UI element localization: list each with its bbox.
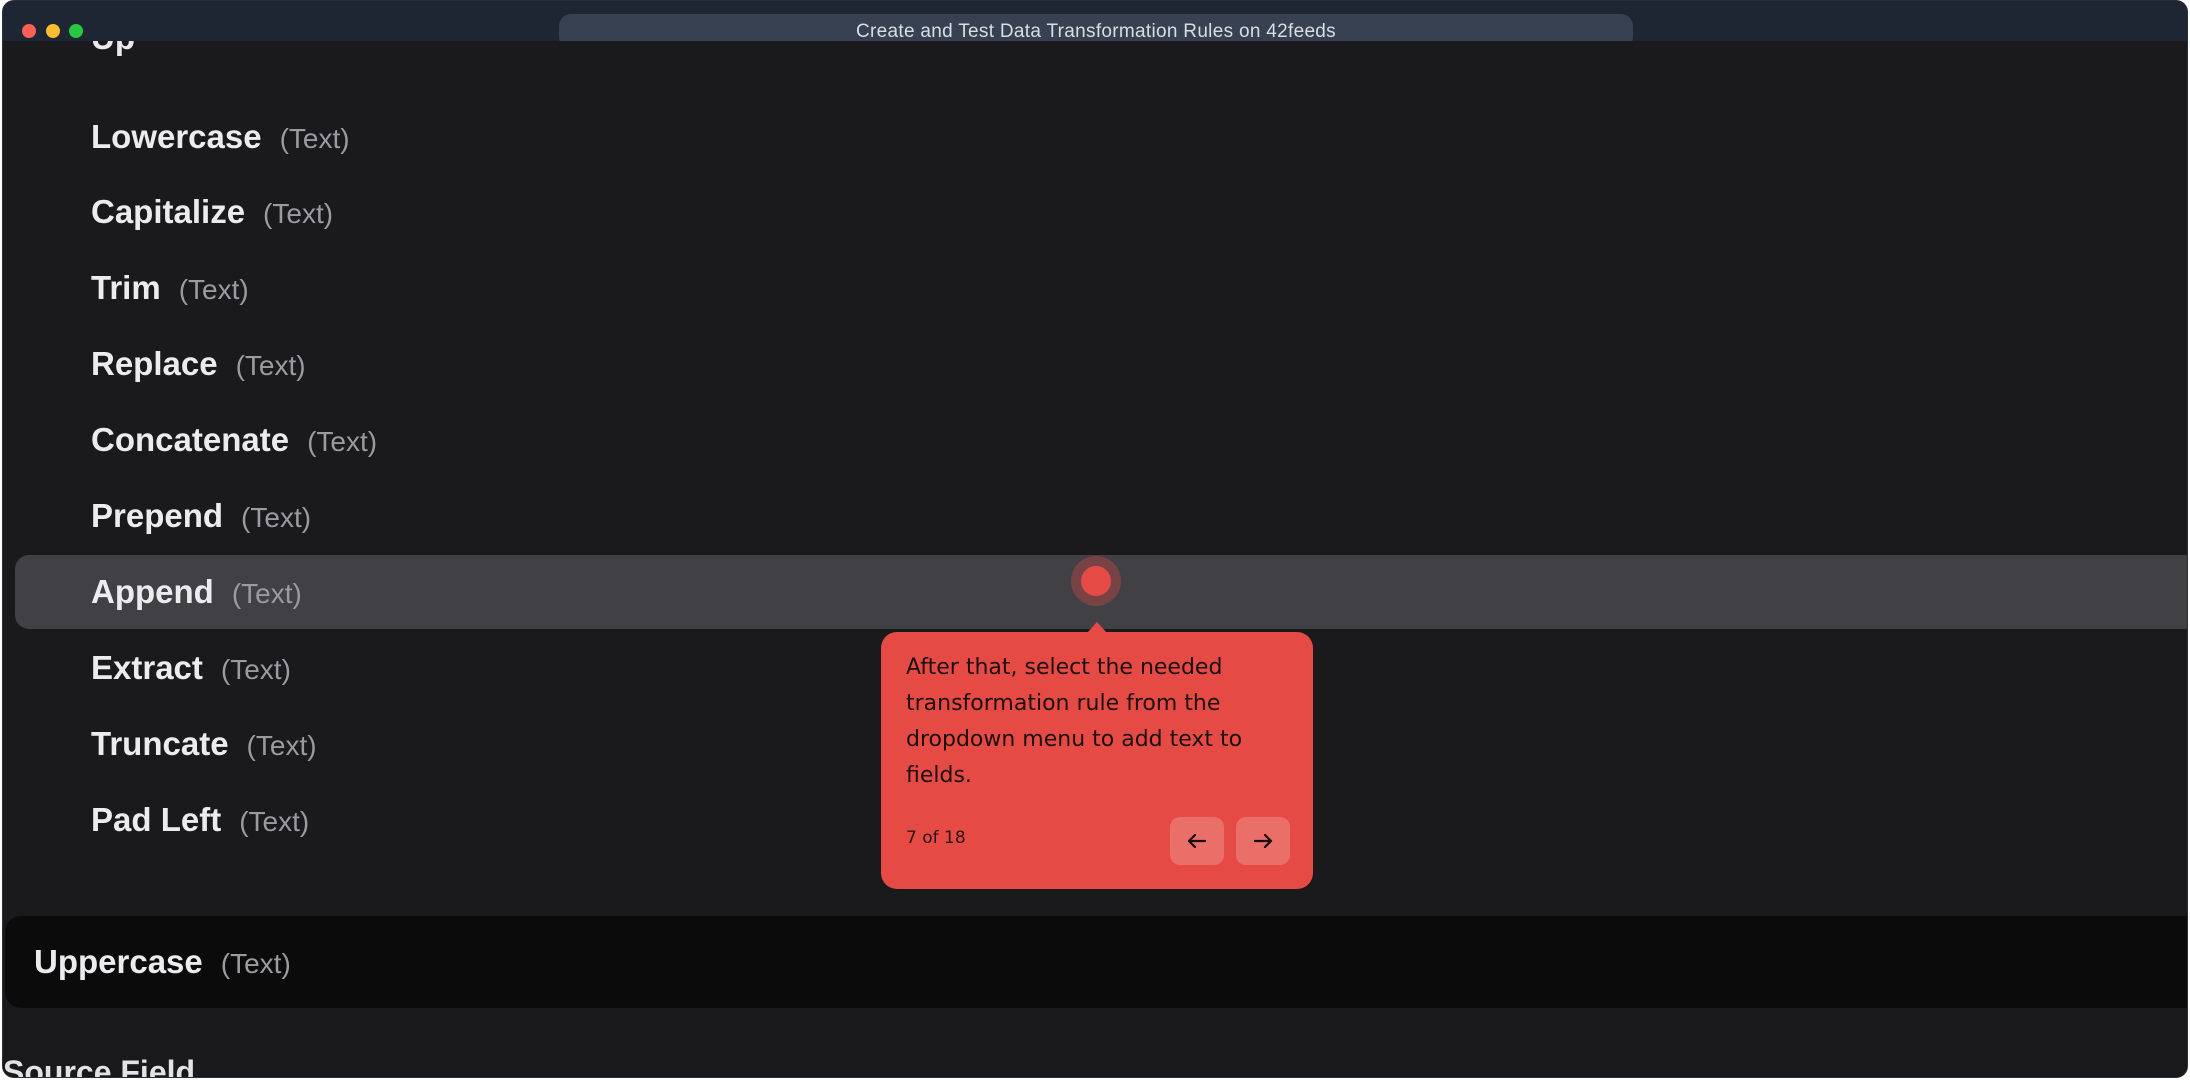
minimize-window-button[interactable]	[46, 24, 60, 38]
rule-name: Capitalize	[91, 193, 246, 230]
next-step-button[interactable]	[1236, 817, 1290, 865]
tour-tooltip: After that, select the needed transforma…	[881, 632, 1313, 889]
selected-rule-type: (Text)	[220, 948, 291, 979]
rule-name: Lowercase	[91, 118, 262, 155]
rule-name: Truncate	[91, 725, 229, 762]
rule-name: Extract	[91, 649, 203, 686]
rule-type: (Text)	[235, 350, 306, 381]
rule-type: (Text)	[263, 198, 334, 229]
dropdown-item-clipped[interactable]: Up	[91, 41, 391, 65]
maximize-window-button[interactable]	[69, 24, 83, 38]
arrow-left-icon	[1187, 833, 1207, 849]
rule-select-trigger[interactable]: Uppercase (Text)	[5, 916, 2187, 1008]
dropdown-item-lowercase[interactable]: Lowercase (Text)	[15, 100, 2187, 174]
rule-type: (Text)	[220, 654, 291, 685]
rule-name: Replace	[91, 345, 218, 382]
dropdown-item-concatenate[interactable]: Concatenate (Text)	[15, 403, 2187, 477]
rule-name: Pad Left	[91, 801, 222, 838]
tour-hotspot-dot[interactable]	[1081, 566, 1111, 596]
rule-type: (Text)	[239, 806, 310, 837]
close-window-button[interactable]	[22, 24, 36, 38]
dropdown-item-replace[interactable]: Replace (Text)	[15, 327, 2187, 401]
rule-type: (Text)	[307, 426, 378, 457]
source-field-label: Source Field	[3, 1054, 196, 1078]
rule-name: Append	[91, 573, 214, 610]
dropdown-item-prepend[interactable]: Prepend (Text)	[15, 479, 2187, 553]
selected-rule-name: Uppercase	[34, 943, 203, 980]
tooltip-text: After that, select the needed transforma…	[906, 655, 1243, 788]
dropdown-item-capitalize[interactable]: Capitalize (Text)	[15, 175, 2187, 249]
rule-name: Trim	[91, 269, 161, 306]
rule-name: Prepend	[91, 497, 224, 534]
rule-name: Concatenate	[91, 421, 290, 458]
arrow-right-icon	[1253, 833, 1273, 849]
dropdown-item-trim[interactable]: Trim (Text)	[15, 251, 2187, 325]
rule-type: (Text)	[246, 730, 317, 761]
browser-window: Create and Test Data Transformation Rule…	[2, 0, 2188, 1078]
previous-step-button[interactable]	[1170, 817, 1224, 865]
rule-type: (Text)	[178, 274, 249, 305]
tooltip-step-counter: 7 of 18	[906, 828, 966, 848]
rule-type: (Text)	[231, 578, 302, 609]
rule-type: (Text)	[279, 123, 350, 154]
rule-type: (Text)	[241, 502, 312, 533]
